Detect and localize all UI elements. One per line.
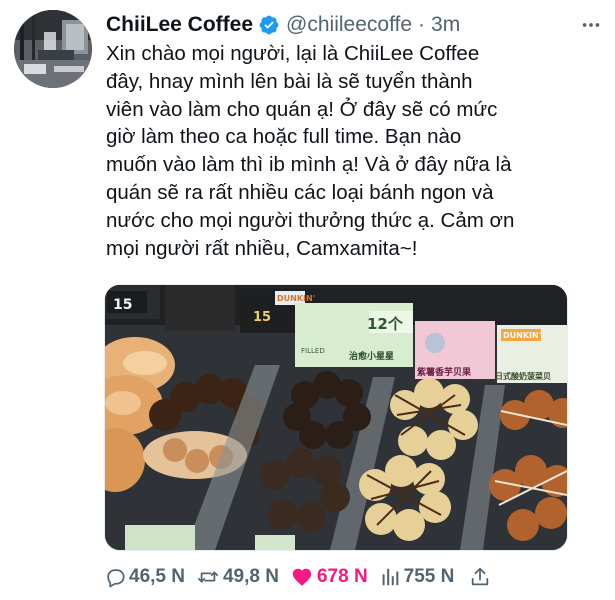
retweet-count: 49,8 N: [222, 566, 279, 587]
tweet-text-line: viên vào làm cho quán ạ! Ở đây sẽ có mức: [106, 97, 498, 121]
retweet-icon: [197, 571, 219, 583]
tweet-text-line: mọi người rất nhiều, Camxamita~!: [106, 236, 418, 260]
sign-label: 紫薯香芋贝果: [417, 366, 472, 378]
price-tag: 15: [253, 310, 271, 325]
retweet-button[interactable]: 49,8 N: [196, 566, 279, 588]
verified-badge-icon: [258, 14, 280, 36]
handle[interactable]: @chiileecoffe: [286, 13, 412, 37]
brand-logo: DUNKIN': [277, 294, 315, 303]
sign-label: 日式酸奶菠菜贝: [495, 371, 551, 381]
sign-label: FILLED: [301, 347, 325, 355]
timestamp[interactable]: 3m: [431, 13, 460, 37]
sign-label: 治愈小星星: [349, 350, 394, 362]
like-count: 678 N: [316, 566, 368, 587]
tweet-actions: 46,5 N 49,8 N 678 N 755 N: [104, 562, 505, 592]
reply-count: 46,5 N: [129, 566, 185, 587]
tweet-text-line: đây, hnay mình lên bài là sẽ tuyển thành: [106, 69, 473, 93]
more-dots-icon[interactable]: [575, 10, 607, 40]
tweet-header: ChiiLee Coffee @chiileecoffe · 3m: [106, 10, 460, 40]
avatar[interactable]: [14, 10, 92, 88]
tweet-text-line: muốn vào làm thì ib mình ạ! Và ở đây nữa…: [106, 153, 512, 177]
views-icon: [382, 568, 399, 586]
tweet: ChiiLee Coffee @chiileecoffe · 3m Xin ch…: [0, 0, 615, 600]
display-name[interactable]: ChiiLee Coffee: [106, 13, 253, 37]
donut-display-image: 15 15 DUNKIN' 12个 FILLED 治愈小星星 紫薯香芋贝果 DU…: [105, 285, 567, 550]
price-tag: 15: [113, 297, 132, 313]
views-button[interactable]: 755 N: [379, 566, 455, 588]
share-button[interactable]: [469, 566, 494, 588]
svg-text:DUNKIN': DUNKIN': [503, 331, 541, 340]
tweet-text-line: giờ làm theo ca hoặc full time. Bạn nào: [106, 125, 462, 149]
like-button[interactable]: 678 N: [290, 566, 368, 588]
reply-icon: [107, 569, 125, 588]
tweet-text-line: nước cho mọi người thưởng thức ạ. Cảm ơn: [106, 208, 515, 232]
reply-button[interactable]: 46,5 N: [104, 566, 185, 588]
separator-dot: ·: [418, 13, 426, 36]
price-tag: 12个: [367, 315, 404, 333]
heart-icon: [292, 568, 312, 586]
tweet-media-photo[interactable]: 15 15 DUNKIN' 12个 FILLED 治愈小星星 紫薯香芋贝果 DU…: [104, 284, 568, 551]
share-icon: [472, 567, 489, 586]
tweet-text-line: Xin chào mọi người, lại là ChiiLee Coffe…: [106, 42, 480, 65]
views-count: 755 N: [403, 566, 455, 587]
avatar-image: [14, 10, 92, 88]
tweet-text: Xin chào mọi người, lại là ChiiLee Coffe…: [106, 40, 606, 262]
tweet-text-line: quán sẽ ra rất nhiều các loại bánh ngon …: [106, 180, 494, 204]
